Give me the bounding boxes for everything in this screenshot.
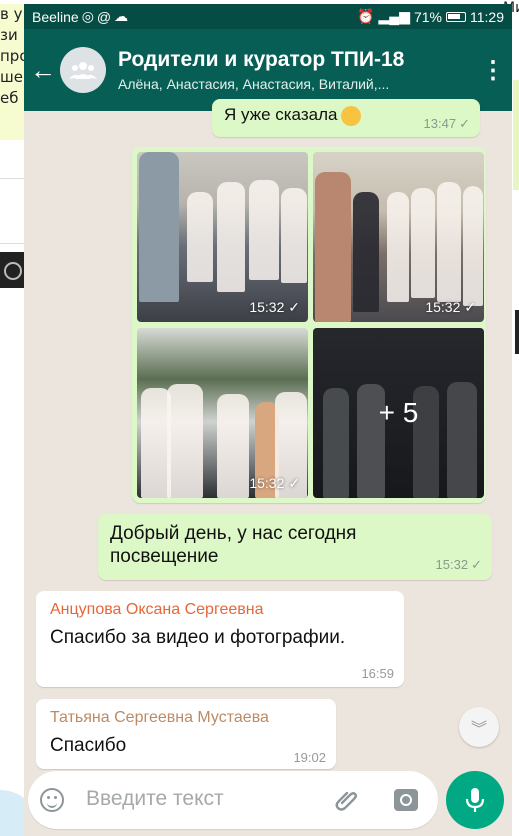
incoming-message[interactable]: Анцупова Оксана Сергеевна Спасибо за вид… [36, 591, 404, 687]
more-photos-count: + 5 [313, 328, 484, 498]
chat-area[interactable]: Я уже сказала 13:47 ✓ 15:32 ✓ 15:32 ✓ 15… [24, 99, 512, 836]
message-time: 19:02 [293, 750, 326, 765]
menu-dots-icon[interactable]: ⋮ [480, 56, 506, 85]
message-text-wrap: Я уже сказала [224, 105, 362, 126]
carrier-group: Beeline ◎ @ ☁ [32, 8, 128, 25]
chat-title: Родители и куратор ТПИ-18 [118, 48, 405, 71]
outgoing-message[interactable]: Добрый день, у нас сегодня посвещение 15… [98, 514, 492, 580]
battery-percent: 71% [413, 8, 442, 25]
attach-icon[interactable] [334, 787, 360, 813]
photo-thumbnail[interactable]: 15:32 ✓ [137, 328, 308, 498]
back-arrow-icon[interactable]: ← [30, 55, 56, 86]
background-search-fragment [0, 252, 24, 288]
message-input[interactable]: Введите текст [86, 787, 224, 811]
emoji-icon[interactable] [40, 788, 64, 812]
photo-time-wrap: 15:32 ✓ [249, 299, 300, 315]
photo-figure [281, 188, 307, 283]
photo-time-wrap: 15:32 ✓ [249, 475, 300, 491]
chat-participants: Алёна, Анастасия, Анастасия, Виталий,... [118, 76, 390, 92]
message-meta: 13:47 ✓ [424, 115, 470, 133]
phone-screen: Beeline ◎ @ ☁ ⏰ ▂▄▆ 71% 11:29 ← Родители… [24, 4, 512, 836]
check-icon: ✓ [471, 557, 482, 572]
photo-figure [437, 182, 461, 302]
photo-figure [463, 186, 483, 306]
message-text: Спасибо за видео и фотографии. [50, 627, 346, 648]
camera-icon[interactable] [394, 789, 418, 811]
signal-icon: ▂▄▆ [378, 8, 410, 24]
battery-icon [446, 11, 466, 22]
photo-album-message[interactable]: 15:32 ✓ 15:32 ✓ 15:32 ✓ + 5 [132, 147, 486, 503]
background-input-fragment [0, 178, 26, 244]
message-time: 13:47 [423, 116, 457, 131]
chevron-down-icon: ︾ [470, 721, 487, 738]
photo-figure [387, 192, 409, 302]
cloud-icon: ☁ [114, 8, 129, 24]
mic-button[interactable] [446, 771, 504, 829]
background-right-bar [513, 80, 519, 190]
photo-time-wrap: 15:32 ✓ [425, 299, 476, 315]
scroll-down-button[interactable]: ︾ [459, 707, 499, 747]
smile-emoji-icon [341, 105, 362, 126]
message-text: Спасибо [50, 735, 127, 756]
photo-figure [249, 180, 279, 280]
photo-figure [353, 192, 379, 312]
photo-figure [139, 152, 179, 302]
instagram-icon: ◎ [81, 8, 94, 24]
group-avatar-icon[interactable] [60, 47, 106, 93]
photo-figure [217, 394, 249, 498]
message-time: 16:59 [361, 666, 394, 681]
at-icon: @ [96, 8, 112, 25]
sender-name[interactable]: Татьяна Сергеевна Мустаева [50, 709, 269, 727]
photo-thumbnail-more[interactable]: + 5 [313, 328, 484, 498]
photo-time: 15:32 [425, 299, 461, 315]
photo-figure [411, 188, 435, 298]
background-right-block [515, 310, 519, 354]
message-text: Я уже сказала [224, 105, 338, 124]
carrier-name: Beeline [32, 8, 79, 25]
mic-icon [465, 788, 485, 812]
message-text: Добрый день, у нас сегодня посвещение [110, 523, 357, 567]
status-right-group: ⏰ ▂▄▆ 71% 11:29 [357, 8, 504, 25]
sender-name[interactable]: Анцупова Оксана Сергеевна [50, 601, 263, 619]
photo-figure [217, 182, 245, 292]
photo-thumbnail[interactable]: 15:32 ✓ [313, 152, 484, 322]
alarm-icon: ⏰ [357, 8, 375, 24]
status-bar: Beeline ◎ @ ☁ ⏰ ▂▄▆ 71% 11:29 [24, 4, 512, 29]
message-input-bar[interactable]: Введите текст [28, 771, 438, 829]
photo-figure [187, 192, 213, 282]
message-meta: 15:32 ✓ [436, 556, 482, 574]
photo-time: 15:32 [249, 299, 285, 315]
incoming-message[interactable]: Татьяна Сергеевна Мустаева Спасибо 19:02 [36, 699, 336, 769]
message-time: 15:32 [435, 557, 469, 572]
photo-figure [315, 172, 351, 322]
photo-thumbnail[interactable]: 15:32 ✓ [137, 152, 308, 322]
chat-info[interactable]: Родители и куратор ТПИ-18 Алёна, Анастас… [118, 48, 480, 92]
photo-figure [167, 384, 203, 498]
photo-time: 15:32 [249, 475, 285, 491]
outgoing-message[interactable]: Я уже сказала 13:47 ✓ [212, 99, 480, 137]
clock: 11:29 [470, 8, 504, 25]
check-icon: ✓ [459, 116, 470, 131]
